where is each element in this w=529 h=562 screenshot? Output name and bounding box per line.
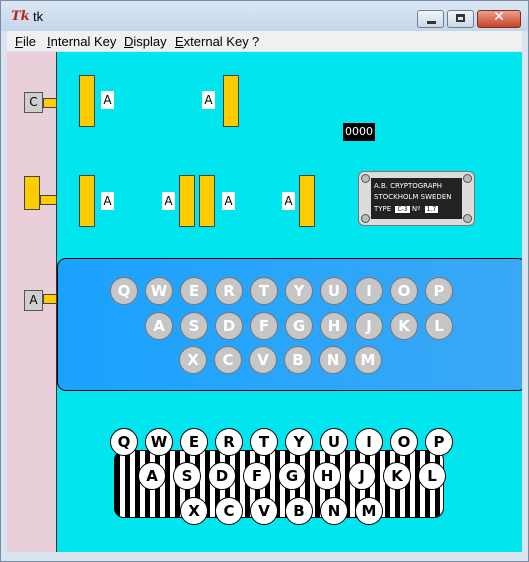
- plate-type-label: TYPE: [374, 205, 392, 213]
- close-button[interactable]: ✕: [477, 9, 521, 28]
- counter-display: 0000: [343, 123, 375, 141]
- lamp-r: R: [215, 277, 243, 305]
- key-r[interactable]: R: [215, 428, 243, 456]
- menu-file[interactable]: File: [15, 34, 36, 49]
- connector-bottom: [43, 294, 57, 304]
- lamp-q: Q: [110, 277, 138, 305]
- lamp-g: G: [285, 312, 313, 340]
- plate-type-value: C-3: [395, 206, 410, 213]
- key-c[interactable]: C: [215, 497, 243, 525]
- plate-no-label: Nº: [411, 205, 421, 213]
- side-button-a[interactable]: A: [24, 290, 43, 311]
- key-v[interactable]: V: [250, 497, 278, 525]
- key-b[interactable]: B: [285, 497, 313, 525]
- menu-external-key[interactable]: External Key: [175, 34, 249, 49]
- rotor-bar[interactable]: [223, 75, 239, 127]
- lamp-c: C: [214, 346, 242, 374]
- lamp-f: F: [250, 312, 278, 340]
- rotor-label: A: [162, 192, 175, 210]
- plate-line-1: A.B. CRYPTOGRAPH: [374, 182, 443, 190]
- rotor-label: A: [282, 192, 295, 210]
- plate-line-2: STOCKHOLM SWEDEN: [374, 193, 452, 201]
- window-title: tk: [33, 9, 44, 24]
- key-l[interactable]: L: [418, 462, 446, 490]
- manufacturer-plate: A.B. CRYPTOGRAPH STOCKHOLM SWEDEN TYPE C…: [358, 171, 475, 226]
- machine-canvas: C A A A 0000 A A A A A.B. CRYPTOGRAPH ST…: [7, 52, 522, 552]
- screw: [463, 174, 472, 183]
- lamp-w: W: [145, 277, 173, 305]
- key-e[interactable]: E: [180, 428, 208, 456]
- rotor-bar[interactable]: [79, 75, 95, 127]
- menu-display[interactable]: Display: [124, 34, 167, 49]
- rotor-label: A: [202, 91, 215, 109]
- connector-middle: [40, 195, 57, 205]
- maximize-icon: [456, 14, 465, 22]
- title-bar: Tk tk ✕: [1, 1, 528, 31]
- screw: [361, 214, 370, 223]
- lamp-d: D: [215, 312, 243, 340]
- lamp-a: A: [145, 312, 173, 340]
- menu-internal-key[interactable]: Internal Key: [47, 34, 116, 49]
- rotor-bar[interactable]: [299, 175, 315, 227]
- key-x[interactable]: X: [180, 497, 208, 525]
- key-a[interactable]: A: [138, 462, 166, 490]
- close-icon: ✕: [493, 9, 505, 25]
- key-h[interactable]: H: [313, 462, 341, 490]
- tk-feather-icon: Tk: [11, 9, 30, 24]
- key-t[interactable]: T: [250, 428, 278, 456]
- screw: [463, 214, 472, 223]
- rotor-bar[interactable]: [199, 175, 215, 227]
- rotor-label: A: [101, 91, 114, 109]
- lamp-o: O: [390, 277, 418, 305]
- plate-text-area: A.B. CRYPTOGRAPH STOCKHOLM SWEDEN TYPE C…: [371, 178, 462, 219]
- rotor-label: A: [101, 192, 114, 210]
- lamp-b: B: [284, 346, 312, 374]
- key-j[interactable]: J: [348, 462, 376, 490]
- lamp-y: Y: [285, 277, 313, 305]
- app-window: Tk tk ✕ File Internal Key Display Extern…: [0, 0, 529, 562]
- key-f[interactable]: F: [243, 462, 271, 490]
- minimize-icon: [427, 21, 436, 24]
- lamp-u: U: [320, 277, 348, 305]
- menu-bar: File Internal Key Display External Key ?: [7, 31, 522, 51]
- lamp-x: X: [179, 346, 207, 374]
- connector-top: [43, 98, 57, 108]
- key-w[interactable]: W: [145, 428, 173, 456]
- minimize-button[interactable]: [417, 10, 444, 28]
- side-block[interactable]: [24, 176, 40, 210]
- screw: [361, 174, 370, 183]
- key-q[interactable]: Q: [110, 428, 138, 456]
- key-g[interactable]: G: [278, 462, 306, 490]
- lamp-h: H: [320, 312, 348, 340]
- rotor-label: A: [222, 192, 235, 210]
- menu-help[interactable]: ?: [252, 34, 259, 49]
- lamp-e: E: [180, 277, 208, 305]
- rotor-bar[interactable]: [79, 175, 95, 227]
- plate-no-value: 1.7: [424, 206, 439, 213]
- key-s[interactable]: S: [173, 462, 201, 490]
- lamp-j: J: [355, 312, 383, 340]
- key-n[interactable]: N: [320, 497, 348, 525]
- key-y[interactable]: Y: [285, 428, 313, 456]
- key-i[interactable]: I: [355, 428, 383, 456]
- side-button-c[interactable]: C: [24, 92, 43, 113]
- plate-line-3: TYPE C-3 Nº 1.7: [374, 205, 439, 213]
- lamp-i: I: [355, 277, 383, 305]
- lamp-n: N: [319, 346, 347, 374]
- maximize-button[interactable]: [447, 10, 474, 28]
- rotor-bar[interactable]: [179, 175, 195, 227]
- key-d[interactable]: D: [208, 462, 236, 490]
- key-u[interactable]: U: [320, 428, 348, 456]
- lamp-t: T: [250, 277, 278, 305]
- key-p[interactable]: P: [425, 428, 453, 456]
- lamp-p: P: [425, 277, 453, 305]
- lamp-k: K: [390, 312, 418, 340]
- lamp-v: V: [249, 346, 277, 374]
- key-k[interactable]: K: [383, 462, 411, 490]
- lamp-s: S: [180, 312, 208, 340]
- lamp-l: L: [425, 312, 453, 340]
- lamp-m: M: [354, 346, 382, 374]
- key-m[interactable]: M: [355, 497, 383, 525]
- key-o[interactable]: O: [390, 428, 418, 456]
